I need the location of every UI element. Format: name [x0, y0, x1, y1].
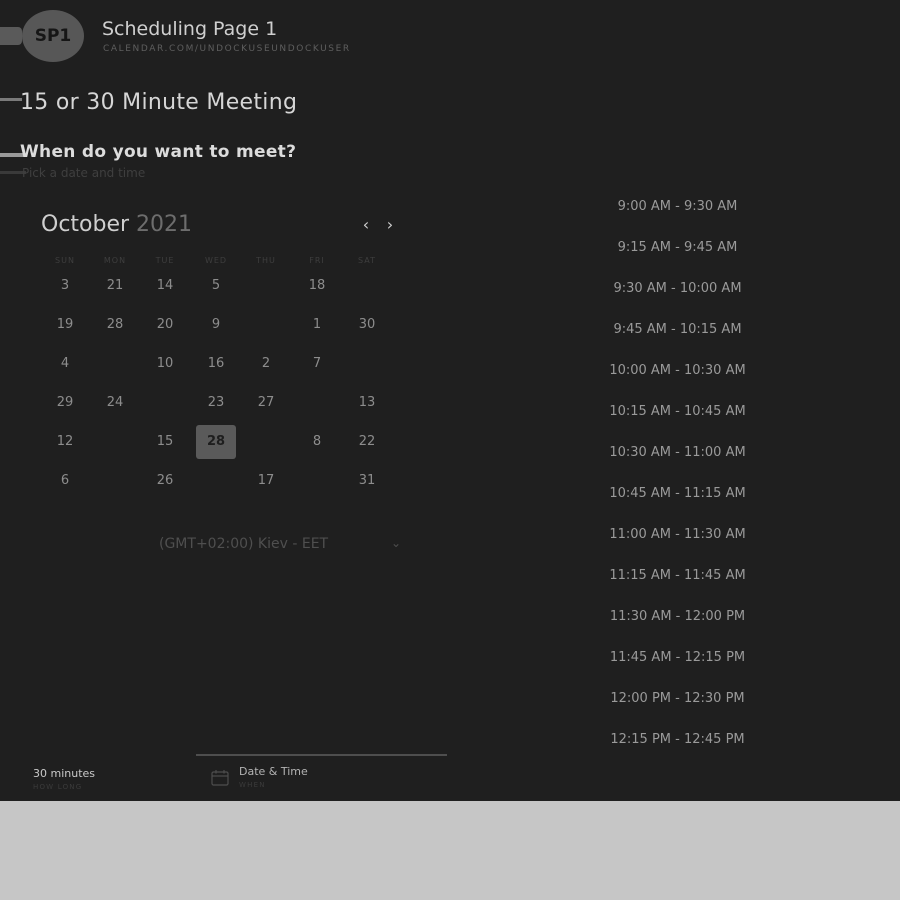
calendar-day[interactable]: 2 [246, 347, 286, 381]
time-slot[interactable]: 9:00 AM - 9:30 AM [600, 196, 755, 218]
selected-day[interactable]: 28 [196, 425, 236, 459]
time-slot[interactable]: 12:00 PM - 12:30 PM [600, 688, 755, 710]
calendar-day[interactable]: 14 [145, 269, 185, 303]
weekday-label: SUN [55, 256, 75, 265]
calendar-day[interactable]: 30 [347, 308, 387, 342]
calendar-day[interactable]: 5 [196, 269, 236, 303]
question-heading: When do you want to meet? [20, 142, 297, 162]
calendar-day[interactable]: 17 [246, 464, 286, 498]
calendar-day[interactable]: 8 [297, 425, 337, 459]
calendar-day[interactable]: 3 [45, 269, 85, 303]
chevron-right-icon[interactable]: › [380, 215, 400, 235]
page-title: Scheduling Page 1 [102, 18, 278, 40]
calendar-day[interactable]: 16 [196, 347, 236, 381]
time-slot[interactable]: 11:30 AM - 12:00 PM [600, 606, 755, 628]
month-name: October [41, 212, 130, 237]
time-slot[interactable]: 9:30 AM - 10:00 AM [600, 278, 755, 300]
weekday-label: WED [204, 256, 228, 265]
calendar-day[interactable]: 31 [347, 464, 387, 498]
time-slot[interactable]: 11:15 AM - 11:45 AM [600, 565, 755, 587]
calendar-day[interactable]: 6 [45, 464, 85, 498]
subtitle-text: Pick a date and time [22, 166, 146, 180]
avatar: SP1 [22, 10, 84, 62]
step-progress-line [196, 754, 447, 756]
calendar-day[interactable]: 9 [196, 308, 236, 342]
time-slot[interactable]: 10:00 AM - 10:30 AM [600, 360, 755, 382]
time-slot[interactable]: 10:30 AM - 11:00 AM [600, 442, 755, 464]
calendar-day[interactable]: 15 [145, 425, 185, 459]
weekday-label: THU [256, 256, 276, 265]
calendar-day[interactable]: 4 [45, 347, 85, 381]
calendar-day[interactable]: 29 [45, 386, 85, 420]
calendar-day[interactable]: 26 [145, 464, 185, 498]
step-datetime-label: WHEN [239, 781, 266, 789]
step-datetime-value: Date & Time [239, 765, 308, 778]
calendar-day[interactable]: 12 [45, 425, 85, 459]
calendar-day[interactable]: 1 [297, 308, 337, 342]
calendar-day[interactable]: 21 [95, 269, 135, 303]
calendar-day[interactable]: 23 [196, 386, 236, 420]
calendar-day[interactable]: 7 [297, 347, 337, 381]
weekday-label: TUE [155, 256, 175, 265]
weekday-label: MON [103, 256, 127, 265]
header-accent-bar [0, 27, 22, 45]
calendar-day[interactable]: 18 [297, 269, 337, 303]
calendar-day[interactable]: 28 [95, 308, 135, 342]
meeting-title: 15 or 30 Minute Meeting [20, 90, 298, 115]
scheduling-page: SP1 Scheduling Page 1 CALENDAR.COM/UNDOC… [0, 0, 900, 801]
calendar-day[interactable]: 27 [246, 386, 286, 420]
calendar-day[interactable]: 22 [347, 425, 387, 459]
calendar-icon [211, 770, 229, 786]
time-slot[interactable]: 10:15 AM - 10:45 AM [600, 401, 755, 423]
weekday-label: SAT [358, 256, 376, 265]
calendar-day[interactable]: 24 [95, 386, 135, 420]
chevron-down-icon[interactable]: ⌄ [391, 536, 401, 550]
weekday-label: FRI [309, 256, 325, 265]
empty-area [0, 801, 900, 900]
time-slot[interactable]: 11:00 AM - 11:30 AM [600, 524, 755, 546]
page-url[interactable]: CALENDAR.COM/UNDOCKUSEUNDOCKUSER [103, 44, 351, 54]
meeting-title-accent [0, 98, 22, 101]
step-duration-label: HOW LONG [33, 783, 83, 791]
year-name: 2021 [136, 212, 193, 237]
month-label: October 2021 [41, 212, 192, 237]
time-slot[interactable]: 12:15 PM - 12:45 PM [600, 729, 755, 751]
chevron-left-icon[interactable]: ‹ [356, 215, 376, 235]
calendar-day[interactable]: 20 [145, 308, 185, 342]
timezone-select[interactable]: (GMT+02:00) Kiev - EET [159, 536, 328, 552]
calendar-day[interactable]: 10 [145, 347, 185, 381]
time-slot[interactable]: 9:15 AM - 9:45 AM [600, 237, 755, 259]
time-slot[interactable]: 10:45 AM - 11:15 AM [600, 483, 755, 505]
time-slot[interactable]: 11:45 AM - 12:15 PM [600, 647, 755, 669]
step-duration-value: 30 minutes [33, 767, 96, 780]
calendar-day[interactable]: 13 [347, 386, 387, 420]
time-slot[interactable]: 9:45 AM - 10:15 AM [600, 319, 755, 341]
calendar-day[interactable]: 19 [45, 308, 85, 342]
